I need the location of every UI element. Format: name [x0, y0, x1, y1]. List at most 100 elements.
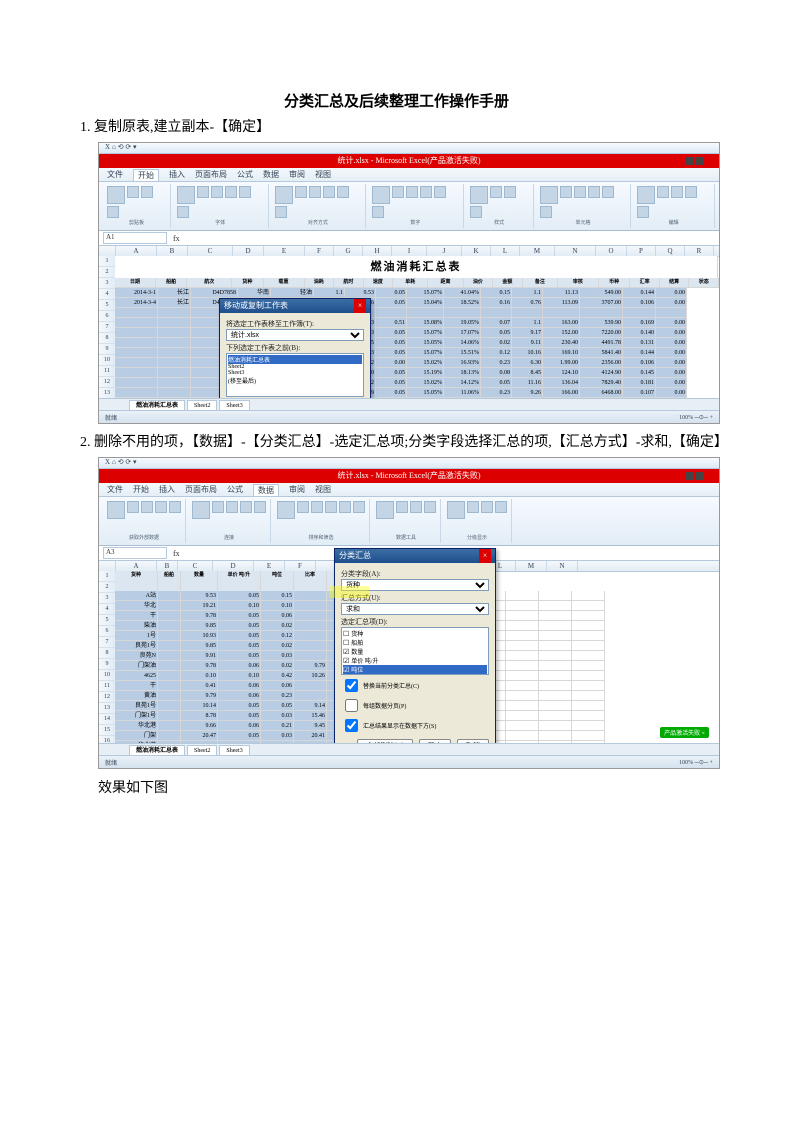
empty-cell[interactable]	[572, 621, 605, 631]
table-cell[interactable]	[158, 368, 191, 378]
table-cell[interactable]	[158, 731, 181, 741]
table-cell[interactable]: 15.08%	[407, 318, 444, 328]
table-cell[interactable]: 0.00	[656, 388, 687, 398]
table-cell[interactable]	[512, 308, 543, 318]
row-headers-2[interactable]: 12345678910111213141516171819	[99, 571, 116, 761]
table-cell[interactable]	[115, 368, 158, 378]
table-cell[interactable]: 0.106	[623, 298, 656, 308]
table-cell[interactable]: 0.08	[481, 368, 512, 378]
table-cell[interactable]	[481, 308, 512, 318]
table-cell[interactable]: 0.02	[261, 621, 294, 631]
ribbon-icon[interactable]	[481, 501, 493, 513]
table-cell[interactable]: 0.05	[218, 631, 261, 641]
table-cell[interactable]	[158, 338, 191, 348]
table-cell[interactable]: 15.07%	[407, 348, 444, 358]
table-cell[interactable]: 0.16	[481, 298, 512, 308]
sheet-tab[interactable]: Sheet3	[219, 745, 249, 756]
empty-cell[interactable]	[572, 731, 605, 741]
table-cell[interactable]: 0.05	[481, 378, 512, 388]
table-cell[interactable]: 7220.00	[580, 328, 623, 338]
ribbon-tabs-2[interactable]: 文件开始插入页面布局公式数据审阅视图	[99, 483, 719, 497]
table-cell[interactable]: 15.04%	[407, 298, 444, 308]
empty-cell[interactable]	[506, 681, 539, 691]
table-cell[interactable]	[115, 358, 158, 368]
table-cell[interactable]: 0.05	[218, 701, 261, 711]
table-cell[interactable]: 0.181	[623, 378, 656, 388]
ribbon-tab[interactable]: 插入	[169, 169, 185, 180]
table-cell[interactable]: 20.41	[294, 731, 327, 741]
table-cell[interactable]	[294, 631, 327, 641]
empty-cell[interactable]	[572, 671, 605, 681]
table-cell[interactable]	[158, 611, 181, 621]
table-cell[interactable]: 5841.40	[580, 348, 623, 358]
below-checkbox[interactable]	[345, 719, 358, 732]
table-cell[interactable]	[115, 308, 158, 318]
ribbon-icon[interactable]	[560, 186, 572, 198]
ribbon-icon[interactable]	[275, 206, 287, 218]
table-cell[interactable]	[115, 388, 158, 398]
column-header[interactable]: A	[116, 561, 157, 571]
table-cell[interactable]	[376, 308, 407, 318]
column-header[interactable]: B	[157, 561, 178, 571]
table-cell[interactable]: 6468.00	[580, 388, 623, 398]
table-cell[interactable]: 539.90	[580, 318, 623, 328]
table-cell[interactable]: 0.00	[376, 358, 407, 368]
ribbon-icon[interactable]	[177, 186, 195, 204]
table-cell[interactable]: 0.05	[376, 288, 407, 298]
ribbon-tab[interactable]: 公式	[227, 484, 243, 495]
empty-cell[interactable]	[506, 671, 539, 681]
column-header[interactable]: D	[213, 561, 254, 571]
empty-cell[interactable]	[572, 631, 605, 641]
table-cell[interactable]: 9.17	[512, 328, 543, 338]
table-cell[interactable]: 0.12	[261, 631, 294, 641]
table-cell[interactable]	[158, 601, 181, 611]
empty-cell[interactable]	[506, 731, 539, 741]
table-cell[interactable]: 0.00	[656, 318, 687, 328]
table-cell[interactable]: 0.06	[218, 661, 261, 671]
empty-cell[interactable]	[572, 651, 605, 661]
ribbon-2[interactable]: 获取外部数据连接排序和筛选数据工具分级显示	[99, 497, 719, 546]
ribbon-icon[interactable]	[372, 186, 390, 204]
empty-cell[interactable]	[506, 721, 539, 731]
row-header[interactable]: 8	[99, 333, 115, 344]
ribbon-icon[interactable]	[588, 186, 600, 198]
table-cell[interactable]	[656, 308, 687, 318]
workbook-select[interactable]: 统计.xlsx	[226, 329, 364, 341]
column-header[interactable]: C	[178, 561, 213, 571]
table-cell[interactable]	[158, 641, 181, 651]
table-cell[interactable]: 0.145	[623, 368, 656, 378]
checklist-item[interactable]: ☑比率	[343, 674, 487, 675]
dialog-titlebar-2[interactable]: 分类汇总 ×	[335, 549, 495, 563]
column-header[interactable]: E	[254, 561, 285, 571]
table-cell[interactable]: 1.1	[512, 288, 543, 298]
ribbon-tabs-1[interactable]: 文件开始插入页面布局公式数据审阅视图	[99, 168, 719, 182]
table-cell[interactable]: 4124.90	[580, 368, 623, 378]
column-header[interactable]: A	[116, 246, 157, 256]
table-cell[interactable]: 4491.78	[580, 338, 623, 348]
table-cell[interactable]: 19.21	[181, 601, 218, 611]
ribbon-tab[interactable]: 审阅	[289, 169, 305, 180]
table-cell[interactable]: 18.13%	[444, 368, 481, 378]
table-cell[interactable]	[294, 611, 327, 621]
table-cell[interactable]	[294, 641, 327, 651]
sheet-tab[interactable]: 燃油消耗汇总表	[129, 745, 185, 756]
empty-cell[interactable]	[539, 601, 572, 611]
table-cell[interactable]: 7829.40	[580, 378, 623, 388]
ribbon-icon[interactable]	[467, 501, 479, 513]
row-header[interactable]: 11	[99, 681, 115, 692]
table-cell[interactable]: 136.04	[543, 378, 580, 388]
empty-cell[interactable]	[539, 691, 572, 701]
table-cell[interactable]: 124.10	[543, 368, 580, 378]
empty-cell[interactable]	[539, 631, 572, 641]
ribbon-tab[interactable]: 页面布局	[185, 484, 217, 495]
table-cell[interactable]: 0.00	[656, 298, 687, 308]
ribbon-tab[interactable]: 插入	[159, 484, 175, 495]
group-field-select[interactable]: 货种	[341, 579, 489, 591]
row-header[interactable]: 8	[99, 648, 115, 659]
table-cell[interactable]: 0.51	[376, 318, 407, 328]
table-cell[interactable]: 0.00	[656, 378, 687, 388]
table-cell[interactable]: 0.00	[656, 288, 687, 298]
column-header[interactable]: K	[462, 246, 491, 256]
checklist-item[interactable]: ☐货种	[343, 629, 487, 638]
table-cell[interactable]	[294, 691, 327, 701]
